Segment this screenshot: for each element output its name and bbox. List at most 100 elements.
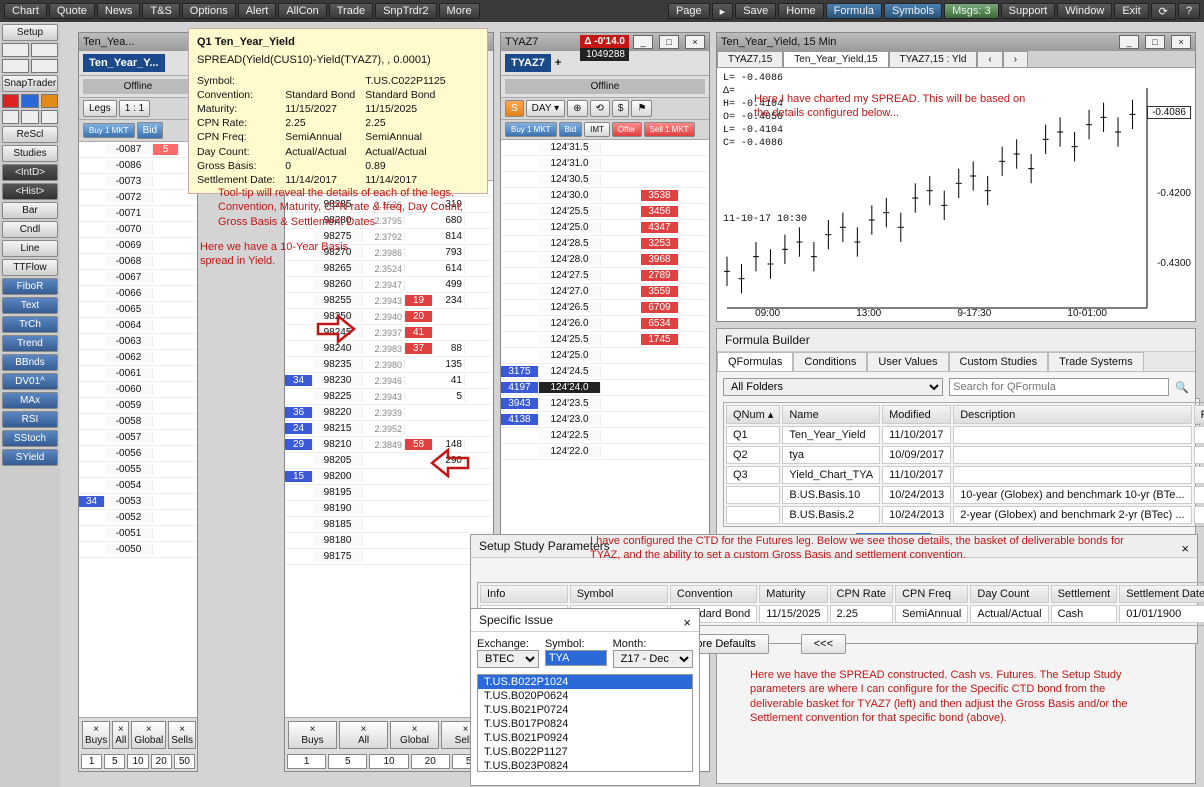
min-icon[interactable]: _ xyxy=(633,35,653,49)
max-icon[interactable]: □ xyxy=(1145,35,1165,49)
list-item[interactable]: T.US.B023P0824 xyxy=(478,759,692,772)
action-btn[interactable]: Sell 1 MKT xyxy=(644,122,695,137)
btn-window[interactable]: Window xyxy=(1057,3,1112,19)
tool-btn[interactable]: $ xyxy=(612,100,630,117)
arrow-right-icon[interactable] xyxy=(31,43,58,57)
list-item[interactable]: T.US.B021P0924 xyxy=(478,731,692,745)
tab-more[interactable]: More xyxy=(439,3,480,19)
close-icon[interactable]: × xyxy=(683,615,691,630)
lbtn-sstoch[interactable]: SStoch xyxy=(2,430,58,447)
lbtn-line[interactable]: Line xyxy=(2,240,58,257)
buy-icon[interactable] xyxy=(21,94,38,108)
chart-tab[interactable]: ‹ xyxy=(977,51,1002,67)
action-btn[interactable]: IMT xyxy=(584,122,610,137)
tab-allcon[interactable]: AllCon xyxy=(278,3,326,19)
action-btn[interactable]: Buy 1 MKT xyxy=(505,122,557,137)
close-icon[interactable]: × xyxy=(1181,541,1189,556)
grid-icon[interactable] xyxy=(2,110,19,124)
tab-news[interactable]: News xyxy=(97,3,141,19)
btn-exit[interactable]: Exit xyxy=(1114,3,1148,19)
tab-chart[interactable]: Chart xyxy=(4,3,47,19)
tool-btn[interactable]: ⟲ xyxy=(590,100,610,117)
qty-btn[interactable]: 20 xyxy=(411,754,450,769)
list-item[interactable]: T.US.B022P1127 xyxy=(478,745,692,759)
action-btn[interactable]: Bid xyxy=(559,122,583,137)
footer-btn[interactable]: × Buys xyxy=(82,721,110,749)
formula-tab[interactable]: Custom Studies xyxy=(949,352,1049,371)
formula-tab[interactable]: Conditions xyxy=(793,352,867,371)
footer-btn[interactable]: × All xyxy=(339,721,388,749)
lbtn-text[interactable]: Text xyxy=(2,297,58,314)
list-item[interactable]: T.US.B022P1024 xyxy=(478,675,692,689)
chart-tab[interactable]: Ten_Year_Yield,15 xyxy=(783,51,888,67)
lbtn-intd[interactable]: <IntD> xyxy=(2,164,58,181)
btn-home[interactable]: Home xyxy=(778,3,823,19)
month-select[interactable]: Z17 - Dec 17 xyxy=(613,650,693,668)
max-icon[interactable]: □ xyxy=(659,35,679,49)
btn-page[interactable]: Page xyxy=(668,3,710,19)
btn-refresh[interactable]: ⟳ xyxy=(1151,3,1176,20)
lbtn-hist[interactable]: <Hist> xyxy=(2,183,58,200)
lbtn-syield[interactable]: SYield xyxy=(2,449,58,466)
chart-tab[interactable]: › xyxy=(1003,51,1028,67)
back-btn[interactable]: <<< xyxy=(801,634,846,654)
titlebar[interactable]: Ten_Yea... xyxy=(79,33,197,51)
formula-tab[interactable]: Trade Systems xyxy=(1048,352,1144,371)
btn-save[interactable]: Save xyxy=(735,3,776,19)
btn-page-play[interactable]: ▸ xyxy=(712,3,734,20)
list-item[interactable]: T.US.B017P0824 xyxy=(478,717,692,731)
close-icon[interactable]: × xyxy=(685,35,705,49)
tab-trade[interactable]: Trade xyxy=(329,3,373,19)
lbtn-setup[interactable]: Setup xyxy=(2,24,58,41)
qty-btn[interactable]: 1 xyxy=(81,754,102,769)
btn-support[interactable]: Support xyxy=(1001,3,1056,19)
qty-btn[interactable]: 20 xyxy=(151,754,172,769)
buy-mkt-btn[interactable]: Buy 1 MKT xyxy=(83,123,135,138)
list-item[interactable]: T.US.B020P0624 xyxy=(478,689,692,703)
tab-alert[interactable]: Alert xyxy=(238,3,277,19)
action-btn[interactable]: Offer xyxy=(612,122,642,137)
btn-symbols[interactable]: Symbols xyxy=(884,3,942,19)
lbtn-snaptrader[interactable]: SnapTrader xyxy=(2,75,58,92)
arrow-left-icon[interactable] xyxy=(2,43,29,57)
symbol-box[interactable]: TYAZ7 xyxy=(505,54,551,72)
lbtn-max[interactable]: MAx xyxy=(2,392,58,409)
legs-btn[interactable]: Legs xyxy=(83,100,117,117)
symbol-box[interactable]: Ten_Year_Y... xyxy=(83,54,165,72)
tool-btn[interactable]: S xyxy=(505,100,524,117)
dom-ladder-1[interactable]: -00875-0086-0073-0072-0071-0070-0069-006… xyxy=(79,142,197,717)
btn-msgs[interactable]: Msgs: 3 xyxy=(944,3,999,19)
ratio-btn[interactable]: 1 : 1 xyxy=(119,100,150,117)
lbtn-cndl[interactable]: Cndl xyxy=(2,221,58,238)
chart-tab[interactable]: TYAZ7,15 : Yld xyxy=(889,51,978,67)
issue-list[interactable]: T.US.B022P1024T.US.B020P0624T.US.B021P07… xyxy=(477,674,693,772)
formula-grid[interactable]: QNum ▴NameModifiedDescriptionFol...Q1Ten… xyxy=(723,402,1204,527)
footer-btn[interactable]: × Global xyxy=(131,721,166,749)
search-icon[interactable]: 🔍 xyxy=(1175,381,1189,394)
footer-btn[interactable]: × Global xyxy=(390,721,439,749)
tab-options[interactable]: Options xyxy=(182,3,236,19)
lbtn-bar[interactable]: Bar xyxy=(2,202,58,219)
lbtn-trch[interactable]: TrCh xyxy=(2,316,58,333)
min-icon[interactable]: _ xyxy=(1119,35,1139,49)
tab-ts[interactable]: T&S xyxy=(142,3,179,19)
lbtn-trend[interactable]: Trend xyxy=(2,335,58,352)
lbtn-rsi[interactable]: RSI xyxy=(2,411,58,428)
lbtn-ttflow[interactable]: TTFlow xyxy=(2,259,58,276)
chart-icon[interactable] xyxy=(21,110,38,124)
qty-btn[interactable]: 1 xyxy=(287,754,326,769)
list-icon[interactable] xyxy=(41,110,58,124)
lbtn-studies[interactable]: Studies xyxy=(2,145,58,162)
lbtn-fibor[interactable]: FiboR xyxy=(2,278,58,295)
tool-btn[interactable]: ⚑ xyxy=(631,100,652,117)
footer-btn[interactable]: × All xyxy=(112,721,129,749)
symbol-input[interactable] xyxy=(545,650,607,666)
bid-btn[interactable]: Bid xyxy=(137,122,163,139)
tab-snptrdr2[interactable]: SnpTrdr2 xyxy=(375,3,436,19)
lbtn-bbnds[interactable]: BBnds xyxy=(2,354,58,371)
chart-tab[interactable]: TYAZ7,15 xyxy=(717,51,783,67)
footer-btn[interactable]: × Buys xyxy=(288,721,337,749)
zoom-in-icon[interactable] xyxy=(2,59,29,73)
qty-btn[interactable]: 10 xyxy=(369,754,408,769)
exchange-select[interactable]: BTEC xyxy=(477,650,539,668)
